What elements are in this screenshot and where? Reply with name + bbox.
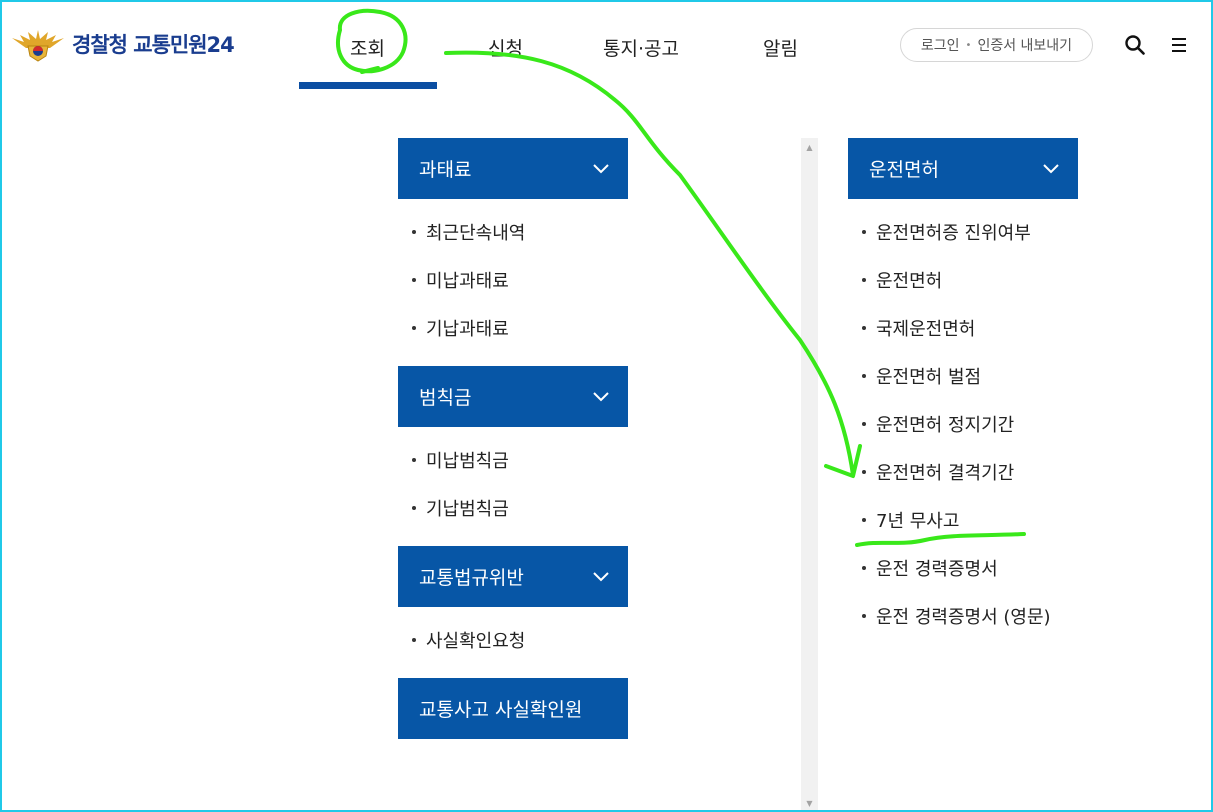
menu-item-fact-confirmation-request[interactable]: 사실확인요청 [398,616,628,664]
logo-text: 경찰청 교통민원24 [72,33,235,57]
hamburger-menu-icon[interactable] [1167,33,1191,57]
menu-item-license-penalty-points[interactable]: 운전면허 벌점 [848,352,1078,400]
menu-item-unpaid-penalties[interactable]: 미납범칙금 [398,436,628,484]
section-header-accident-certificate[interactable]: 교통사고 사실확인원 [398,678,628,739]
chevron-down-icon [593,571,609,581]
menu-item-license-disqualification-period[interactable]: 운전면허 결격기간 [848,448,1078,496]
section-header-drivers-license[interactable]: 운전면허 [848,138,1078,199]
menu-item-driving-career-certificate-english[interactable]: 운전 경력증명서 (영문) [848,592,1078,640]
police-emblem-icon [12,30,64,62]
section-title: 운전면허 [869,159,939,181]
login-label: 로그인 [920,38,960,54]
menu-item-unpaid-fines[interactable]: 미납과태료 [398,256,628,304]
menu-column-right: 운전면허 운전면허증 진위여부 운전면허 국제운전면허 운전면허 벌점 운전면허… [848,138,1078,654]
nav-item-application[interactable]: 신청 [488,34,523,61]
separator-dot: • [965,39,972,51]
menu-item-international-license[interactable]: 국제운전면허 [848,304,1078,352]
scroll-down-icon[interactable]: ▼ [801,796,818,810]
menu-item-recent-enforcement[interactable]: 최근단속내역 [398,208,628,256]
nav-item-alerts[interactable]: 알림 [763,34,798,61]
search-icon[interactable] [1123,33,1147,57]
site-logo[interactable]: 경찰청 교통민원24 [10,26,235,62]
menu-column-left: 과태료 최근단속내역 미납과태료 기납과태료 범칙금 미납범칙금 기납범칙금 교… [398,138,628,739]
section-title: 교통법규위반 [419,567,524,589]
section-title: 교통사고 사실확인원 [419,699,583,721]
section-header-fines[interactable]: 과태료 [398,138,628,199]
menu-item-paid-fines[interactable]: 기납과태료 [398,304,628,352]
section-title: 과태료 [419,159,472,181]
section-list-fines: 최근단속내역 미납과태료 기납과태료 [398,199,628,366]
section-list-drivers-license: 운전면허증 진위여부 운전면허 국제운전면허 운전면허 벌점 운전면허 정지기간… [848,199,1078,654]
site-header: 경찰청 교통민원24 조회 신청 통지·공고 알림 로그인 • 인증서 내보내기 [0,0,1213,90]
menu-item-drivers-license[interactable]: 운전면허 [848,256,1078,304]
chevron-down-icon [593,163,609,173]
section-header-penalties[interactable]: 범칙금 [398,366,628,427]
nav-item-inquiry[interactable]: 조회 [350,34,385,61]
menu-scrollbar[interactable]: ▲ ▼ [801,138,818,812]
scroll-up-icon[interactable]: ▲ [801,140,818,154]
section-header-traffic-violation[interactable]: 교통법규위반 [398,546,628,607]
menu-item-seven-year-accident-free[interactable]: 7년 무사고 [848,496,1078,544]
login-button[interactable]: 로그인 • 인증서 내보내기 [900,28,1093,62]
chevron-down-icon [593,391,609,401]
nav-item-notice[interactable]: 통지·공고 [603,34,679,61]
section-title: 범칙금 [419,387,472,409]
nav-active-indicator [299,82,437,89]
chevron-down-icon [1043,163,1059,173]
menu-item-paid-penalties[interactable]: 기납범칙금 [398,484,628,532]
menu-item-license-verification[interactable]: 운전면허증 진위여부 [848,208,1078,256]
menu-item-license-suspension-period[interactable]: 운전면허 정지기간 [848,400,1078,448]
section-list-traffic-violation: 사실확인요청 [398,607,628,678]
cert-export-label: 인증서 내보내기 [977,38,1073,54]
menu-item-driving-career-certificate[interactable]: 운전 경력증명서 [848,544,1078,592]
section-list-penalties: 미납범칙금 기납범칙금 [398,427,628,546]
